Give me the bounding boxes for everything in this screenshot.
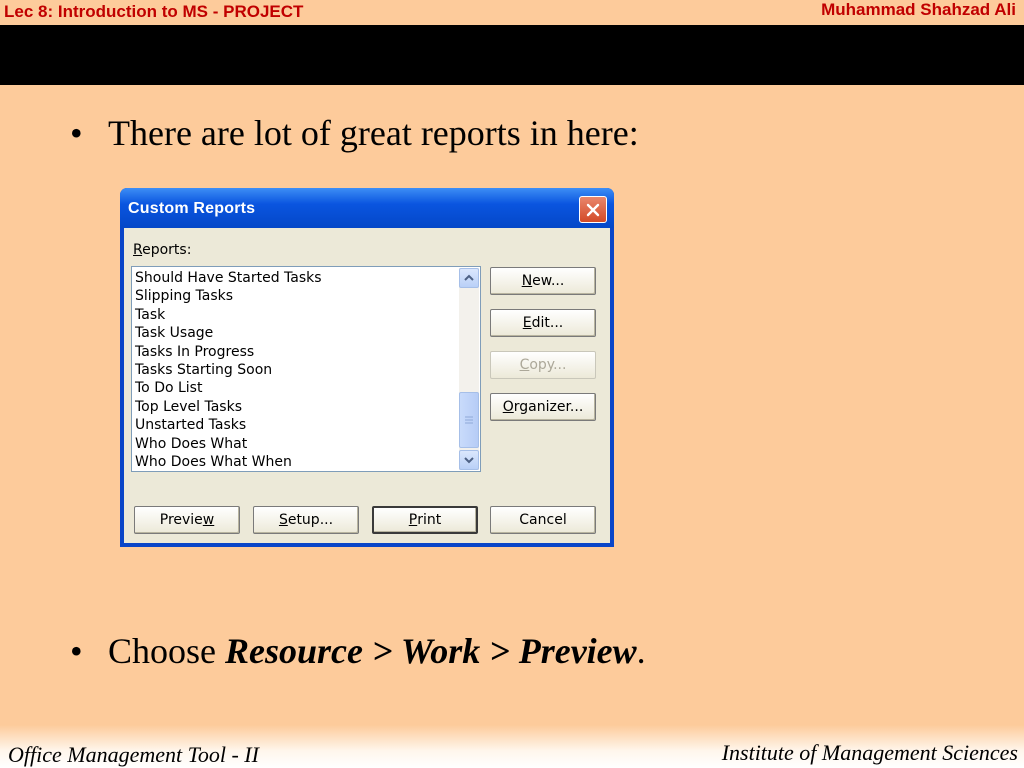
scroll-thumb[interactable]: [459, 392, 479, 448]
setup-button[interactable]: Setup...: [253, 506, 359, 534]
edit-button[interactable]: Edit...: [490, 309, 596, 337]
report-list-item[interactable]: Task Usage: [135, 324, 455, 342]
report-list-item[interactable]: Slipping Tasks: [135, 287, 455, 305]
slide-header-author: Muhammad Shahzad Ali: [821, 0, 1016, 19]
bullet-marker: •: [70, 113, 83, 153]
bullet-2: • Choose Resource > Work > Preview.: [70, 630, 646, 672]
slide-header-title: Lec 8: Introduction to MS - PROJECT: [4, 2, 304, 21]
report-list-item[interactable]: Who Does What: [135, 435, 455, 453]
report-list-item[interactable]: To Do List: [135, 379, 455, 397]
preview-button[interactable]: Previe w: [134, 506, 240, 534]
report-list-item[interactable]: Should Have Started Tasks: [135, 269, 455, 287]
dialog-client-area: Reports: Should Have Started Tasks Slippi…: [124, 228, 610, 543]
header-band: [0, 25, 1024, 85]
bullet-marker: •: [70, 631, 83, 671]
cancel-button[interactable]: Cancel: [490, 506, 596, 534]
custom-reports-dialog: Custom Reports Reports: Should Have Star…: [120, 188, 614, 547]
report-list-item[interactable]: Task: [135, 306, 455, 324]
scroll-up-button[interactable]: [459, 268, 479, 288]
report-list-item[interactable]: Top Level Tasks: [135, 398, 455, 416]
grip-icon: [465, 416, 473, 424]
report-list-item[interactable]: Tasks Starting Soon: [135, 361, 455, 379]
dialog-title: Custom Reports: [128, 200, 256, 217]
bullet-1: • There are lot of great reports in here:: [70, 112, 639, 154]
print-button[interactable]: Print: [372, 506, 478, 534]
bullet-2-prefix: Choose: [108, 631, 225, 671]
footer-course: Office Management Tool - II: [8, 742, 259, 767]
organizer-button[interactable]: Organizer...: [490, 393, 596, 421]
close-icon: [586, 203, 600, 216]
bullet-2-suffix: .: [636, 631, 646, 671]
new-button[interactable]: New...: [490, 267, 596, 295]
copy-button[interactable]: Copy...: [490, 351, 596, 379]
reports-scrollbar[interactable]: [459, 268, 479, 470]
reports-listbox[interactable]: Should Have Started Tasks Slipping Tasks T…: [131, 266, 481, 472]
dialog-title-bar[interactable]: Custom Reports: [120, 188, 614, 228]
chevron-up-icon: [464, 274, 474, 281]
report-list-item[interactable]: Tasks In Progress: [135, 343, 455, 361]
bullet-2-emphasis: Resource > Work > Preview: [225, 631, 637, 671]
bullet-1-text: There are lot of great reports in here:: [108, 113, 639, 153]
chevron-down-icon: [464, 457, 474, 464]
footer-institute: Institute of Management Sciences: [721, 740, 1018, 765]
reports-label: Reports:: [133, 242, 192, 258]
report-list-item[interactable]: Unstarted Tasks: [135, 416, 455, 434]
report-list-item[interactable]: Who Does What When: [135, 453, 455, 471]
close-button[interactable]: [579, 196, 607, 223]
scroll-down-button[interactable]: [459, 450, 479, 470]
reports-list: Should Have Started Tasks Slipping Tasks T…: [135, 269, 455, 471]
